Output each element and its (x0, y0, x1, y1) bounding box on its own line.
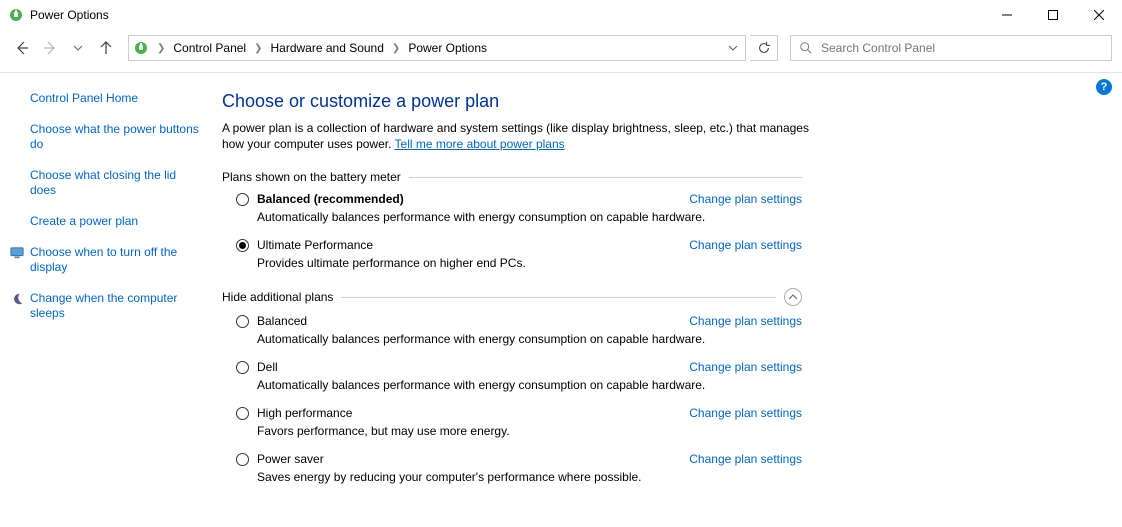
sidebar-item-label: Change when the computer sleeps (30, 291, 177, 320)
plan-name[interactable]: Balanced (257, 314, 307, 328)
nav-recent-dropdown[interactable] (66, 36, 90, 60)
address-dropdown[interactable] (721, 43, 745, 53)
plan-radio[interactable] (236, 407, 249, 420)
plan-header: High performance Change plan settings (236, 406, 802, 420)
refresh-button[interactable] (750, 35, 778, 61)
sidebar-item-closing-lid[interactable]: Choose what closing the lid does (30, 168, 200, 198)
plan-radio[interactable] (236, 453, 249, 466)
change-plan-settings-link[interactable]: Change plan settings (689, 238, 802, 252)
plan-radio[interactable] (236, 361, 249, 374)
plan-name[interactable]: Power saver (257, 452, 324, 466)
chevron-right-icon[interactable]: ❯ (153, 43, 169, 54)
sidebar: Control Panel Home Choose what the power… (0, 73, 210, 508)
chevron-right-icon[interactable]: ❯ (388, 43, 404, 54)
change-plan-settings-link[interactable]: Change plan settings (689, 406, 802, 420)
section-label: Hide additional plans (222, 290, 333, 304)
sidebar-item-power-buttons[interactable]: Choose what the power buttons do (30, 122, 200, 152)
change-plan-settings-link[interactable]: Change plan settings (689, 360, 802, 374)
plan-name[interactable]: Balanced (recommended) (257, 192, 404, 206)
section-additional-plans[interactable]: Hide additional plans (222, 288, 802, 306)
sidebar-home[interactable]: Control Panel Home (30, 91, 200, 106)
plan-description: Automatically balances performance with … (257, 332, 802, 346)
plan-radio[interactable] (236, 193, 249, 206)
nav-back-button[interactable] (10, 36, 34, 60)
breadcrumb-power-options[interactable]: Power Options (404, 36, 491, 60)
search-icon (799, 41, 813, 55)
breadcrumb-control-panel[interactable]: Control Panel (169, 36, 250, 60)
maximize-button[interactable] (1030, 0, 1076, 30)
navbar: ❯ Control Panel ❯ Hardware and Sound ❯ P… (0, 30, 1122, 66)
power-plan-item: Ultimate Performance Change plan settings… (236, 238, 802, 270)
page-description: A power plan is a collection of hardware… (222, 120, 812, 152)
close-button[interactable] (1076, 0, 1122, 30)
change-plan-settings-link[interactable]: Change plan settings (689, 452, 802, 466)
plan-header: Power saver Change plan settings (236, 452, 802, 466)
learn-more-link[interactable]: Tell me more about power plans (395, 137, 565, 151)
breadcrumb: Control Panel ❯ Hardware and Sound ❯ Pow… (169, 36, 721, 60)
plan-name[interactable]: Ultimate Performance (257, 238, 373, 252)
chevron-right-icon[interactable]: ❯ (250, 43, 266, 54)
page-title: Choose or customize a power plan (222, 91, 1102, 112)
divider (409, 177, 802, 178)
plan-description: Automatically balances performance with … (257, 210, 802, 224)
power-plan-item: Dell Change plan settings Automatically ba… (236, 360, 802, 392)
nav-forward-button[interactable] (38, 36, 62, 60)
power-options-icon (129, 40, 153, 56)
plan-header: Ultimate Performance Change plan settings (236, 238, 802, 252)
plan-description: Provides ultimate performance on higher … (257, 256, 802, 270)
power-options-icon (8, 7, 24, 23)
plan-name[interactable]: Dell (257, 360, 278, 374)
minimize-button[interactable] (984, 0, 1030, 30)
breadcrumb-hardware-sound[interactable]: Hardware and Sound (267, 36, 388, 60)
plan-header: Dell Change plan settings (236, 360, 802, 374)
main-content: Choose or customize a power plan A power… (210, 73, 1122, 508)
sidebar-item-turn-off-display[interactable]: Choose when to turn off the display (30, 245, 200, 275)
change-plan-settings-link[interactable]: Change plan settings (689, 192, 802, 206)
help-icon[interactable]: ? (1096, 79, 1112, 95)
plan-description: Saves energy by reducing your computer's… (257, 470, 802, 484)
sidebar-item-create-plan[interactable]: Create a power plan (30, 214, 200, 229)
power-plan-item: Balanced Change plan settings Automaticall… (236, 314, 802, 346)
section-plans-battery-meter: Plans shown on the battery meter (222, 170, 802, 184)
plan-description: Automatically balances performance with … (257, 378, 802, 392)
power-plan-item: Balanced (recommended) Change plan settin… (236, 192, 802, 224)
change-plan-settings-link[interactable]: Change plan settings (689, 314, 802, 328)
plan-radio[interactable] (236, 315, 249, 328)
window-title: Power Options (30, 8, 109, 22)
sidebar-item-computer-sleeps[interactable]: Change when the computer sleeps (30, 291, 200, 321)
plan-header: Balanced Change plan settings (236, 314, 802, 328)
power-plan-item: High performance Change plan settings Favo… (236, 406, 802, 438)
search-input[interactable] (819, 40, 1103, 56)
plan-name[interactable]: High performance (257, 406, 352, 420)
titlebar: Power Options (0, 0, 1122, 30)
power-plan-item: Power saver Change plan settings Saves ene… (236, 452, 802, 484)
search-box[interactable] (790, 35, 1112, 61)
section-label: Plans shown on the battery meter (222, 170, 401, 184)
sidebar-item-label: Choose when to turn off the display (30, 245, 177, 274)
address-bar[interactable]: ❯ Control Panel ❯ Hardware and Sound ❯ P… (128, 35, 746, 61)
moon-icon (10, 292, 24, 306)
nav-up-button[interactable] (94, 36, 118, 60)
collapse-button[interactable] (784, 288, 802, 306)
divider (341, 297, 776, 298)
display-icon (10, 246, 24, 260)
plan-header: Balanced (recommended) Change plan settin… (236, 192, 802, 206)
plan-description: Favors performance, but may use more ene… (257, 424, 802, 438)
plan-radio[interactable] (236, 239, 249, 252)
